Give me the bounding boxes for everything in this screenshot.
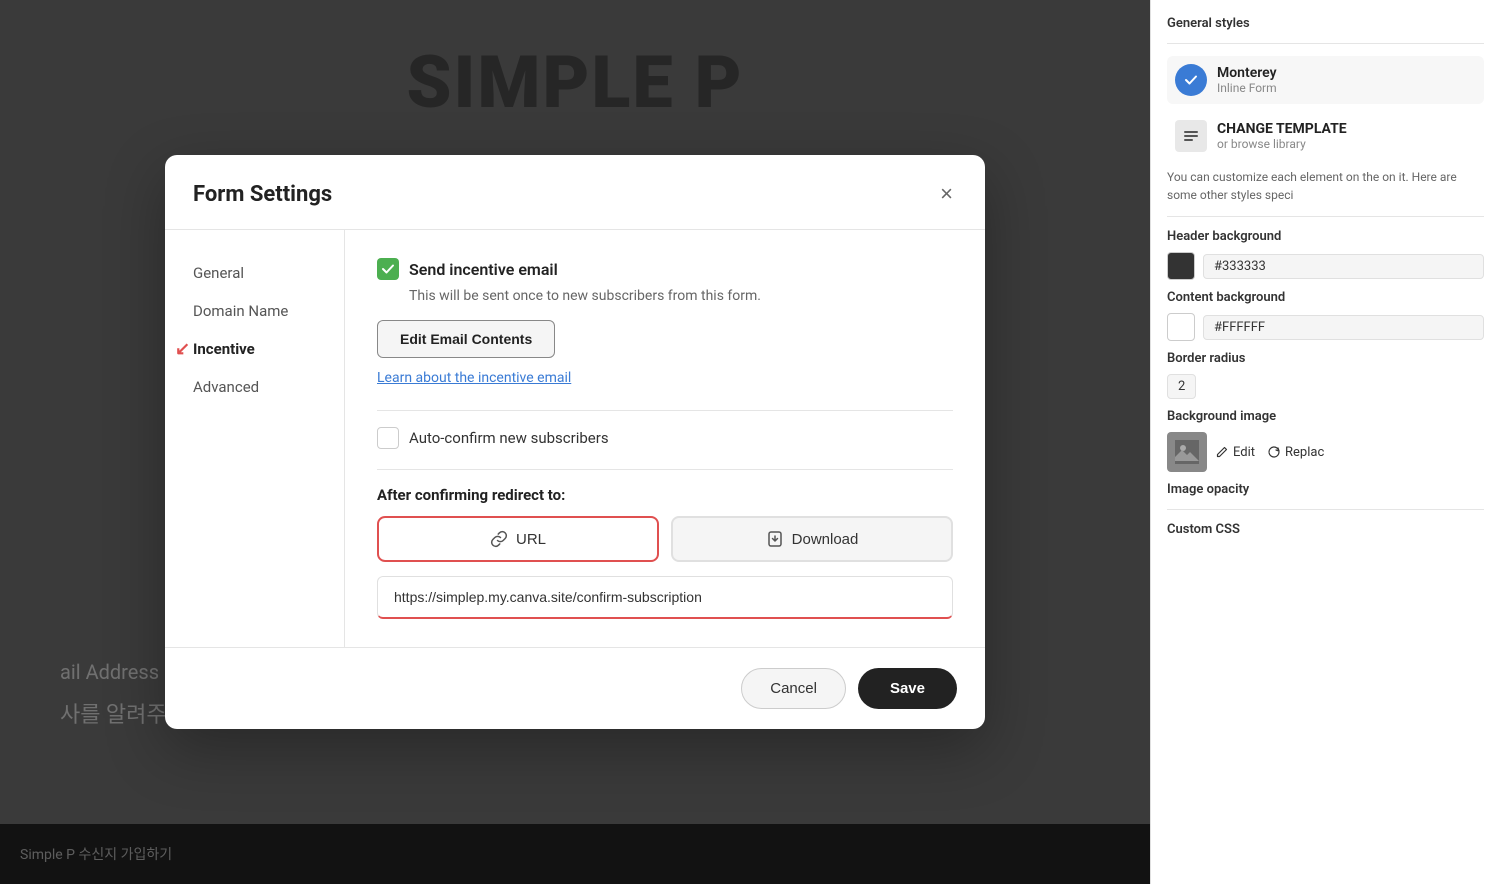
template-name: Monterey xyxy=(1217,65,1277,81)
header-bg-swatch[interactable] xyxy=(1167,252,1195,280)
header-bg-color-row: #333333 xyxy=(1167,252,1484,280)
modal-overlay: Form Settings × General Domain Name ↙ In… xyxy=(0,0,1150,884)
nav-general-label: General xyxy=(193,264,244,282)
content-bg-swatch[interactable] xyxy=(1167,313,1195,341)
nav-advanced-label: Advanced xyxy=(193,378,259,396)
modal-footer: Cancel Save xyxy=(165,647,985,729)
border-radius-value: 2 xyxy=(1167,374,1196,399)
modal-nav: General Domain Name ↙ Incentive Advanced xyxy=(165,230,345,647)
nav-item-domain-name[interactable]: Domain Name xyxy=(165,292,344,330)
header-bg-value: #333333 xyxy=(1203,254,1484,279)
send-incentive-label: Send incentive email xyxy=(409,260,558,279)
modal-content-area: Send incentive email This will be sent o… xyxy=(345,230,985,647)
change-template-main: CHANGE TEMPLATE xyxy=(1217,121,1347,137)
edit-image-button[interactable]: Edit xyxy=(1215,445,1255,460)
cancel-button[interactable]: Cancel xyxy=(741,668,846,709)
modal-close-button[interactable]: × xyxy=(936,179,957,209)
change-template-sub: or browse library xyxy=(1217,137,1347,151)
download-btn-label: Download xyxy=(792,531,859,548)
auto-confirm-checkbox[interactable] xyxy=(377,427,399,449)
content-bg-label: Content background xyxy=(1167,290,1484,305)
redirect-url-button[interactable]: URL xyxy=(377,516,659,562)
url-btn-label: URL xyxy=(516,531,546,548)
change-template-item[interactable]: CHANGE TEMPLATE or browse library xyxy=(1167,112,1484,160)
content-bg-value: #FFFFFF xyxy=(1203,315,1484,340)
save-button[interactable]: Save xyxy=(858,668,957,709)
modal-header: Form Settings × xyxy=(165,155,985,230)
replace-image-button[interactable]: Replac xyxy=(1267,445,1324,460)
panel-section-title: General styles xyxy=(1167,16,1484,31)
template-icon xyxy=(1175,120,1207,152)
bg-image-thumb xyxy=(1167,432,1207,472)
replace-label: Replac xyxy=(1285,445,1324,460)
custom-css-label: Custom CSS xyxy=(1167,522,1484,537)
nav-item-incentive[interactable]: ↙ Incentive xyxy=(165,330,344,368)
nav-domain-label: Domain Name xyxy=(193,302,288,320)
edit-email-button[interactable]: Edit Email Contents xyxy=(377,320,555,358)
learn-link[interactable]: Learn about the incentive email xyxy=(377,370,953,386)
nav-incentive-label: Incentive xyxy=(193,340,255,358)
redirect-download-button[interactable]: Download xyxy=(671,516,953,562)
template-info: Monterey Inline Form xyxy=(1217,65,1277,95)
change-template-text: CHANGE TEMPLATE or browse library xyxy=(1217,121,1347,151)
send-incentive-desc: This will be sent once to new subscriber… xyxy=(409,288,953,304)
image-opacity-label: Image opacity xyxy=(1167,482,1484,497)
right-panel: General styles Monterey Inline Form CHAN… xyxy=(1150,0,1500,884)
content-bg-color-row: #FFFFFF xyxy=(1167,313,1484,341)
bg-image-actions: Edit Replac xyxy=(1215,445,1324,460)
url-input[interactable] xyxy=(377,576,953,619)
border-radius-label: Border radius xyxy=(1167,351,1484,366)
edit-label: Edit xyxy=(1233,445,1255,460)
panel-description: You can customize each element on the on… xyxy=(1167,168,1484,204)
send-incentive-checkbox[interactable] xyxy=(377,258,399,280)
send-incentive-row: Send incentive email xyxy=(377,258,953,280)
auto-confirm-row: Auto-confirm new subscribers xyxy=(377,427,953,449)
bg-image-row: Edit Replac xyxy=(1167,432,1484,472)
redirect-label: After confirming redirect to: xyxy=(377,486,953,504)
auto-confirm-label: Auto-confirm new subscribers xyxy=(409,429,609,447)
template-item-monterey[interactable]: Monterey Inline Form xyxy=(1167,56,1484,104)
template-type: Inline Form xyxy=(1217,81,1277,95)
nav-item-advanced[interactable]: Advanced xyxy=(165,368,344,406)
nav-item-general[interactable]: General xyxy=(165,254,344,292)
header-bg-label: Header background xyxy=(1167,229,1484,244)
bg-image-label: Background image xyxy=(1167,409,1484,424)
template-check-icon xyxy=(1175,64,1207,96)
modal-body: General Domain Name ↙ Incentive Advanced xyxy=(165,230,985,647)
modal-title: Form Settings xyxy=(193,182,332,207)
nav-arrow-indicator: ↙ xyxy=(175,339,190,360)
form-settings-modal: Form Settings × General Domain Name ↙ In… xyxy=(165,155,985,729)
redirect-buttons: URL Download xyxy=(377,516,953,562)
